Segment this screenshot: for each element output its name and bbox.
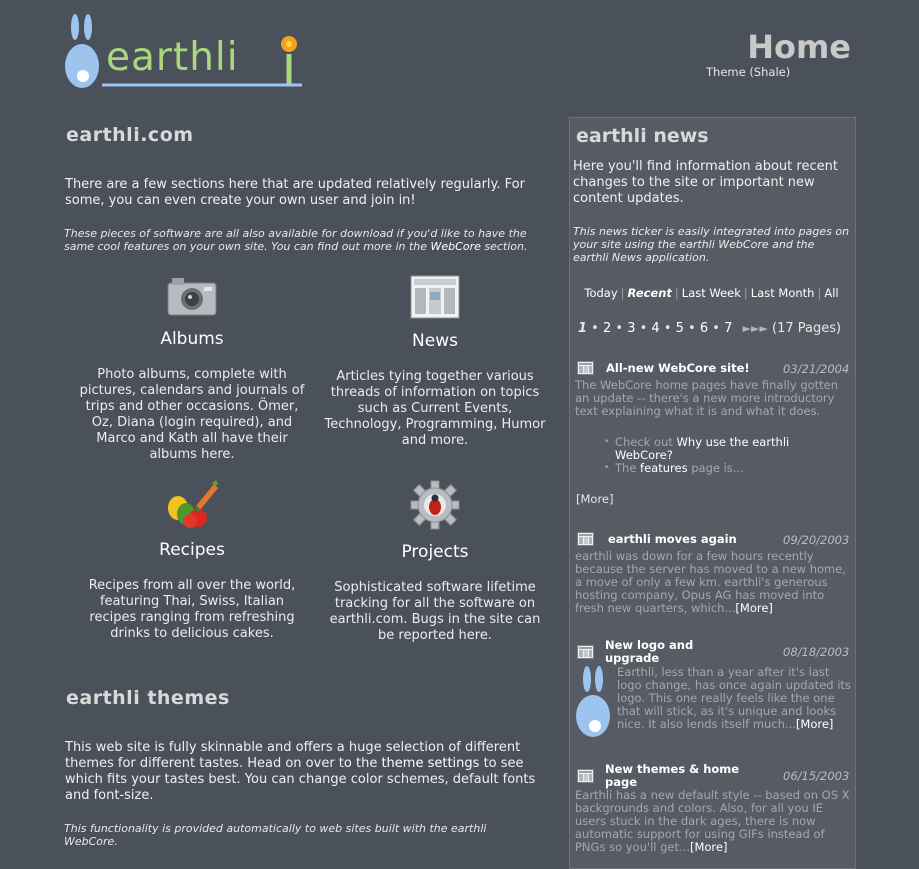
news-item-title[interactable]: New logo and upgrade — [605, 639, 715, 665]
news-item-bullets: Check out Why use the earthli WebCore? T… — [604, 436, 804, 476]
filter-last-week[interactable]: Last Week — [682, 286, 741, 300]
news-item-icon — [577, 645, 594, 659]
theme-settings-link[interactable]: theme settings — [381, 756, 479, 771]
next-page-icon[interactable]: ► — [743, 322, 751, 335]
recipes-section: Recipes Recipes from all over the world,… — [77, 480, 307, 642]
projects-link[interactable]: Projects — [320, 542, 550, 562]
news-bullet-text: The — [615, 461, 641, 475]
projects-description: Sophisticated software lifetime tracking… — [329, 580, 541, 643]
page-count: (17 Pages) — [772, 321, 842, 336]
intro-heading: earthli.com — [66, 124, 194, 146]
page-link[interactable]: 7 — [724, 321, 732, 336]
features-link[interactable]: features — [640, 461, 688, 475]
news-filter-bar: Today | Recent | Last Week | Last Month | All — [584, 286, 839, 300]
news-link[interactable]: News — [320, 331, 550, 351]
page-link[interactable]: 4 — [651, 321, 659, 336]
news-panel-note: This news ticker is easily integrated in… — [573, 225, 850, 264]
recipes-link[interactable]: Recipes — [77, 540, 307, 560]
news-description: Articles tying together various threads … — [324, 369, 546, 448]
news-panel-title: earthli news — [576, 125, 709, 147]
filter-today[interactable]: Today — [584, 286, 617, 300]
intro-note: These pieces of software are all also av… — [64, 227, 550, 253]
news-item-icon — [577, 361, 594, 375]
page-link[interactable]: 5 — [676, 321, 684, 336]
news-item-date: 08/18/2003 — [783, 645, 850, 659]
albums-camera-icon[interactable] — [166, 275, 218, 317]
projects-section: Projects Sophisticated software lifetime… — [320, 480, 550, 644]
more-link[interactable]: [More] — [796, 717, 833, 731]
more-link[interactable]: [More] — [735, 601, 772, 615]
filter-last-month[interactable]: Last Month — [751, 286, 815, 300]
news-bullet-text: Check out — [615, 435, 677, 449]
more-link[interactable]: [More] — [576, 492, 613, 506]
news-pager: 1 • 2 • 3 • 4 • 5 • 6 • 7 ►►► (17 Pages) — [578, 321, 842, 336]
news-item-date: 03/21/2004 — [783, 362, 850, 376]
news-item-body: earthli was down for a few hours recentl… — [575, 550, 853, 615]
news-item-body-text: earthli was down for a few hours recentl… — [575, 549, 846, 615]
news-item-body: Earthli has a new default style -- based… — [575, 789, 851, 854]
themes-text: This web site is fully skinnable and off… — [65, 740, 550, 804]
projects-gear-bug-icon[interactable] — [410, 480, 460, 530]
albums-section: Albums Photo albums, complete with pictu… — [77, 275, 307, 463]
news-item-date: 06/15/2003 — [783, 769, 850, 783]
page-link[interactable]: 2 — [603, 321, 611, 336]
news-bullet-text-end: page is... — [687, 461, 744, 475]
intro-note-end: section. — [480, 240, 528, 253]
albums-link[interactable]: Albums — [77, 329, 307, 349]
page-link[interactable]: 3 — [627, 321, 635, 336]
more-link[interactable]: [More] — [690, 840, 727, 854]
page-title: Home — [747, 28, 851, 66]
filter-all[interactable]: All — [824, 286, 838, 300]
themes-heading: earthli themes — [66, 687, 230, 709]
bunny-logo-icon — [576, 666, 610, 737]
page-current: 1 — [578, 321, 588, 336]
news-newspaper-icon[interactable] — [410, 275, 460, 319]
webcore-link[interactable]: WebCore — [431, 240, 481, 253]
news-item-icon — [577, 532, 594, 546]
last-page-icon[interactable]: ►► — [751, 322, 768, 335]
themes-note: This functionality is provided automatic… — [64, 822, 487, 848]
intro-text: There are a few sections here that are u… — [65, 177, 525, 208]
news-item-body: The WebCore home pages have finally gott… — [575, 378, 839, 418]
theme-link[interactable]: Theme (Shale) — [706, 65, 790, 79]
news-bullet: The features page is... — [604, 461, 804, 476]
page-link[interactable]: 6 — [700, 321, 708, 336]
albums-description: Photo albums, complete with pictures, ca… — [79, 367, 305, 462]
news-panel-intro: Here you'll find information about recen… — [573, 159, 838, 206]
logo-wordmark: earthli — [106, 35, 239, 80]
news-section: News Articles tying together various thr… — [320, 275, 550, 449]
filter-recent[interactable]: Recent — [628, 286, 672, 300]
news-item-title[interactable]: earthli moves again — [608, 533, 737, 546]
recipes-vegetables-icon[interactable] — [166, 480, 218, 528]
news-item-icon — [577, 769, 594, 783]
recipes-description: Recipes from all over the world, featuri… — [88, 578, 296, 641]
news-item-title[interactable]: All-new WebCore site! — [606, 362, 750, 375]
news-bullet: Check out Why use the earthli WebCore? — [604, 436, 804, 462]
news-item-date: 09/20/2003 — [783, 533, 850, 547]
news-item-title[interactable]: New themes & home page — [605, 763, 755, 789]
news-item-body: Earthli, less than a year after it's las… — [617, 666, 851, 731]
